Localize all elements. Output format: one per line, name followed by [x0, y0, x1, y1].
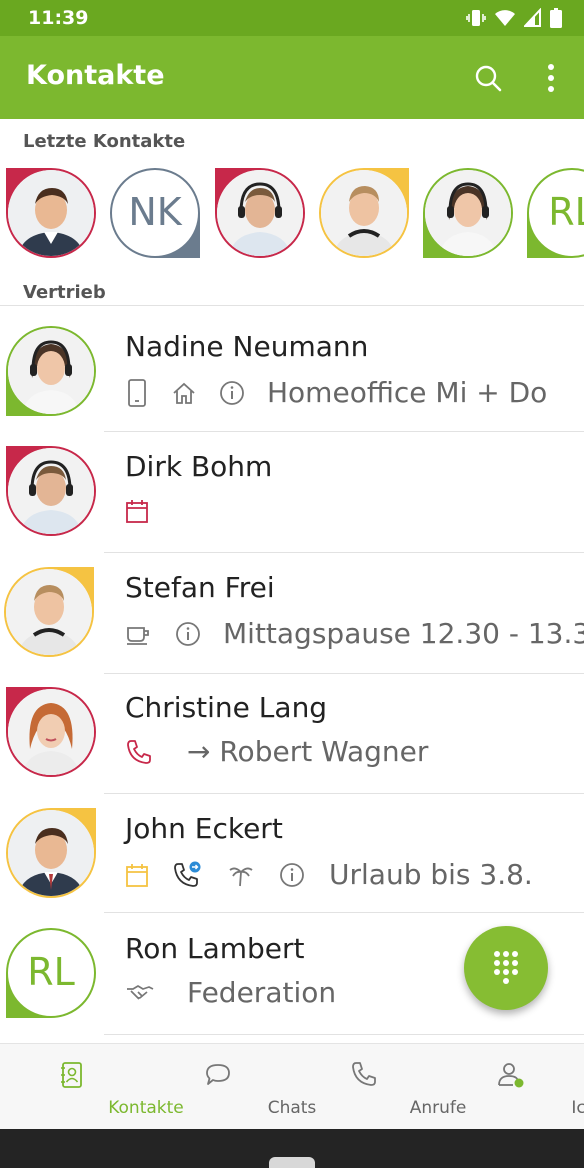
contact-name: Ron Lambert	[125, 932, 305, 965]
avatar	[8, 448, 94, 534]
contact-avatar: RL	[6, 928, 96, 1018]
contact-status-line: Federation	[125, 976, 336, 1009]
phone-icon	[127, 739, 151, 764]
recent-contact-avatar[interactable]	[319, 168, 409, 258]
avatar	[6, 569, 92, 655]
contact-name: Dirk Bohm	[125, 450, 273, 483]
phone-icon	[352, 1062, 376, 1086]
contact-status-text: Mittagspause 12.30 - 13.30	[223, 617, 584, 650]
contacts-screen: 11:39 Kontakte Letzte Kontakte NK R Vert…	[0, 0, 584, 1168]
nav-label: Ich	[571, 1098, 584, 1118]
divider	[104, 1034, 584, 1035]
recent-contact-avatar[interactable]	[215, 168, 305, 258]
nav-chats[interactable]: Chats	[146, 1044, 316, 1130]
dialpad-button[interactable]	[464, 926, 548, 1010]
recent-contact-avatar[interactable]	[6, 168, 96, 258]
avatar	[8, 689, 94, 775]
page-title: Kontakte	[26, 60, 165, 91]
contact-name: Stefan Frei	[125, 571, 275, 604]
contact-status-line: Urlaub bis 3.8.	[125, 858, 533, 891]
nav-me[interactable]: Ich	[438, 1044, 584, 1130]
contact-avatar	[6, 446, 96, 536]
calendar-icon	[126, 863, 148, 887]
contact-status-line: → Robert Wagner	[125, 735, 428, 768]
contact-name: John Eckert	[125, 812, 283, 845]
home-handle[interactable]	[269, 1157, 315, 1168]
avatar	[8, 328, 94, 414]
recent-contact-avatar[interactable]	[423, 168, 513, 258]
avatar	[425, 170, 511, 256]
info-icon	[280, 862, 304, 887]
wifi-icon	[495, 10, 515, 26]
contact-avatar	[6, 326, 96, 416]
recent-contacts-row: NK R	[0, 168, 584, 260]
handshake-icon	[127, 984, 154, 1000]
contact-name: Nadine Neumann	[125, 330, 369, 363]
nav-contacts[interactable]: Kontakte	[0, 1044, 184, 1130]
contact-status-line: Mittagspause 12.30 - 13.30	[125, 617, 584, 650]
vibrate-icon	[466, 10, 486, 26]
contact-avatar	[6, 687, 96, 777]
contact-row[interactable]: John Eckert Urlaub bis 3.8.	[0, 794, 584, 914]
user-icon	[498, 1063, 524, 1088]
phone-forward-icon	[174, 861, 201, 887]
recent-contact-avatar[interactable]: NK	[110, 168, 200, 258]
contact-row[interactable]: Dirk Bohm	[0, 432, 584, 552]
contact-row[interactable]: Nadine Neumann Homeoffice Mi + Do	[0, 312, 584, 432]
contact-row[interactable]: Christine Lang → Robert Wagner	[0, 673, 584, 793]
info-icon	[176, 621, 200, 646]
system-navigation-bar	[0, 1129, 584, 1168]
mobile-icon	[128, 378, 146, 407]
contacts-icon	[61, 1062, 82, 1088]
avatar	[8, 170, 94, 256]
more-vert-icon[interactable]	[536, 62, 566, 94]
contact-status-text: Urlaub bis 3.8.	[329, 858, 533, 891]
recent-contact-avatar[interactable]: RL	[527, 168, 584, 258]
status-icons	[466, 8, 562, 28]
group-label: Vertrieb	[23, 282, 106, 303]
contact-avatar	[6, 808, 96, 898]
coffee-icon	[127, 626, 149, 645]
info-icon	[220, 380, 244, 405]
dialpad-icon	[494, 951, 518, 984]
avatar	[217, 170, 303, 256]
chat-icon	[206, 1064, 230, 1085]
contact-status-text: → Robert Wagner	[187, 735, 429, 768]
battery-icon	[550, 8, 562, 28]
avatar-initials: RL	[548, 190, 584, 234]
contact-status-text: Federation	[187, 976, 337, 1009]
recent-contacts-label: Letzte Kontakte	[23, 131, 186, 152]
contact-row[interactable]: Stefan Frei Mittagspause 12.30 - 13.30	[0, 553, 584, 673]
signal-icon	[524, 8, 541, 27]
search-icon[interactable]	[472, 62, 504, 94]
clock: 11:39	[28, 7, 89, 29]
palm-icon	[229, 867, 253, 886]
contact-status-line	[125, 498, 171, 524]
contact-status-text: Homeoffice Mi + Do	[267, 376, 548, 409]
contact-avatar	[4, 567, 94, 657]
avatar-initials: RL	[27, 950, 75, 994]
avatar-initials: NK	[128, 190, 182, 234]
divider	[0, 305, 584, 306]
contact-status-line: Homeoffice Mi + Do	[125, 376, 547, 409]
divider	[104, 912, 584, 913]
home-icon	[173, 382, 195, 404]
avatar	[8, 810, 94, 896]
contact-name: Christine Lang	[125, 691, 328, 724]
app-bar: Kontakte	[0, 36, 584, 119]
avatar	[321, 170, 407, 256]
nav-calls[interactable]: Anrufe	[292, 1044, 466, 1130]
calendar-icon	[126, 500, 148, 523]
bottom-navigation: Kontakte Chats Anrufe Ich	[0, 1043, 584, 1129]
status-bar: 11:39	[0, 0, 584, 36]
